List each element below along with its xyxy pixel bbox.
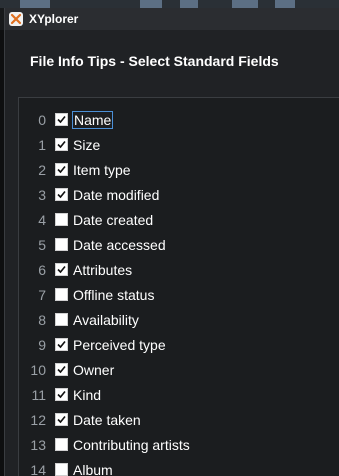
checkmark-icon — [57, 190, 66, 199]
window-title: XYplorer — [29, 12, 79, 26]
background-window-strip — [0, 0, 339, 8]
checkmark-icon — [57, 390, 66, 399]
field-index: 7 — [38, 286, 46, 303]
field-index: 12 — [30, 411, 46, 428]
field-checkbox[interactable] — [55, 413, 68, 426]
field-label: Date taken — [73, 411, 141, 428]
field-index: 10 — [30, 361, 46, 378]
field-label: Name — [71, 110, 114, 129]
field-checkbox[interactable] — [55, 113, 68, 126]
field-checkbox[interactable] — [55, 388, 68, 401]
checkmark-icon — [57, 340, 66, 349]
field-label: Attributes — [73, 261, 133, 278]
field-label: Size — [73, 136, 101, 153]
field-label: Date modified — [73, 186, 160, 203]
checkmark-icon — [57, 115, 66, 124]
field-row[interactable]: 3 Date modified — [19, 182, 339, 207]
field-index: 1 — [38, 136, 46, 153]
field-index: 0 — [38, 111, 46, 128]
checkmark-icon — [57, 415, 66, 424]
field-row[interactable]: 12 Date taken — [19, 407, 339, 432]
field-row[interactable]: 0 Name — [19, 107, 339, 132]
field-row[interactable]: 13 Contributing artists — [19, 432, 339, 457]
xyplorer-app-icon — [9, 12, 23, 26]
field-row[interactable]: 2 Item type — [19, 157, 339, 182]
field-row[interactable]: 1 Size — [19, 132, 339, 157]
standard-fields-list[interactable]: 0 Name 1 Size 2 Item type 3 Date modified 4 Date … — [18, 97, 339, 476]
field-index: 14 — [30, 461, 46, 476]
field-checkbox[interactable] — [55, 338, 68, 351]
field-row[interactable]: 14 Album — [19, 457, 339, 476]
field-row[interactable]: 7 Offline status — [19, 282, 339, 307]
field-checkbox[interactable] — [55, 313, 68, 326]
checkmark-icon — [57, 265, 66, 274]
field-label: Perceived type — [73, 336, 166, 353]
field-index: 6 — [38, 261, 46, 278]
field-row[interactable]: 4 Date created — [19, 207, 339, 232]
field-row[interactable]: 11 Kind — [19, 382, 339, 407]
dialog-heading: File Info Tips - Select Standard Fields — [30, 53, 279, 69]
title-bar[interactable]: XYplorer — [5, 8, 339, 30]
field-label: Owner — [73, 361, 115, 378]
field-checkbox[interactable] — [55, 463, 68, 476]
field-label: Date created — [73, 211, 154, 228]
file-info-tips-dialog: XYplorer File Info Tips - Select Standar… — [4, 8, 339, 476]
field-label: Date accessed — [73, 236, 166, 253]
field-checkbox[interactable] — [55, 213, 68, 226]
checkmark-icon — [57, 165, 66, 174]
field-label: Album — [73, 461, 113, 476]
field-checkbox[interactable] — [55, 438, 68, 451]
field-label: Contributing artists — [73, 436, 190, 453]
field-row[interactable]: 10 Owner — [19, 357, 339, 382]
field-checkbox[interactable] — [55, 363, 68, 376]
field-index: 9 — [38, 336, 46, 353]
field-index: 13 — [30, 436, 46, 453]
field-index: 2 — [38, 161, 46, 178]
field-checkbox[interactable] — [55, 263, 68, 276]
checkmark-icon — [57, 140, 66, 149]
field-checkbox[interactable] — [55, 188, 68, 201]
field-index: 5 — [38, 236, 46, 253]
field-label: Offline status — [73, 286, 155, 303]
field-row[interactable]: 5 Date accessed — [19, 232, 339, 257]
field-label: Item type — [73, 161, 131, 178]
field-index: 4 — [38, 211, 46, 228]
field-row[interactable]: 6 Attributes — [19, 257, 339, 282]
field-checkbox[interactable] — [55, 288, 68, 301]
field-checkbox[interactable] — [55, 238, 68, 251]
field-index: 11 — [31, 386, 46, 403]
field-row[interactable]: 8 Availability — [19, 307, 339, 332]
field-row[interactable]: 9 Perceived type — [19, 332, 339, 357]
field-index: 8 — [38, 311, 46, 328]
field-index: 3 — [38, 186, 46, 203]
field-checkbox[interactable] — [55, 138, 68, 151]
screen: XYplorer File Info Tips - Select Standar… — [0, 0, 339, 476]
field-label: Kind — [73, 386, 102, 403]
field-label: Availability — [73, 311, 139, 328]
checkmark-icon — [57, 365, 66, 374]
field-checkbox[interactable] — [55, 163, 68, 176]
